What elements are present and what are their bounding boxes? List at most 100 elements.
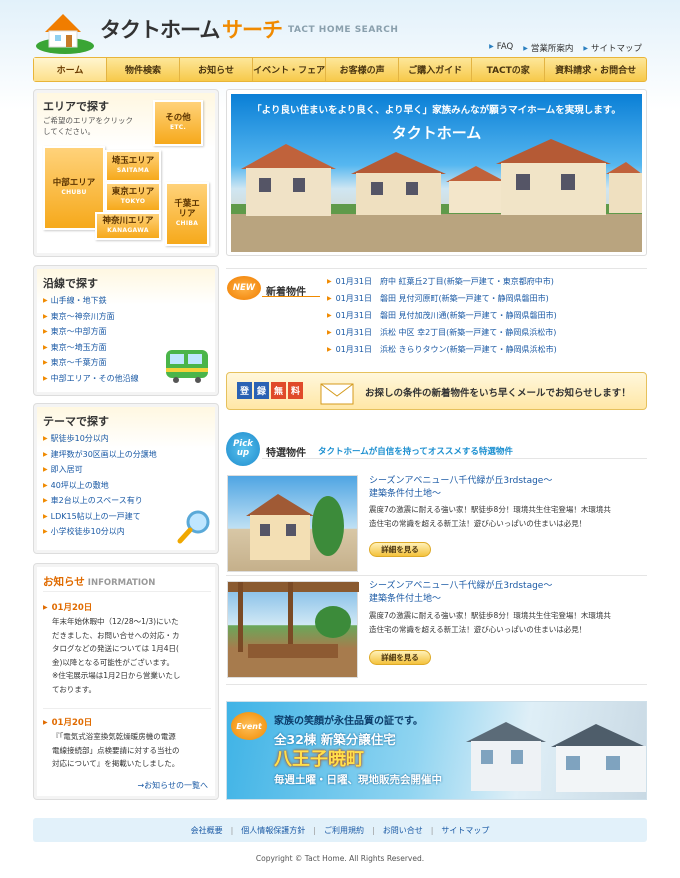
new-listing-item[interactable]: 01月31日 浜松 中区 幸2丁目(新築一戸建て・静岡県浜松市) xyxy=(327,327,557,344)
event-location: 八王子暁町 xyxy=(274,749,364,770)
badge-char: 料 xyxy=(288,382,303,399)
theme-item[interactable]: 車2台以上のスペース有り xyxy=(43,495,157,511)
new-listing-item[interactable]: 01月31日 磐田 見付加茂川通(新築一戸建て・静岡県磐田市) xyxy=(327,310,557,327)
area-tile-chiba[interactable]: 千葉エリア CHIBA xyxy=(165,182,209,246)
line-list: 山手線・地下鉄 東京〜神奈川方面 東京〜中部方面 東京〜埼玉方面 東京〜千葉方面… xyxy=(43,295,139,388)
news-date: 01月20日 xyxy=(43,716,93,728)
new-badge: NEW xyxy=(227,276,261,300)
separator: | xyxy=(430,825,434,835)
property-title[interactable]: シーズンアベニュー八千代緑が丘3rdstage〜 建築条件付土地〜 xyxy=(369,580,552,606)
area-search-desc: ご希望のエリアをクリック してください。 xyxy=(43,116,133,136)
footer-link-terms[interactable]: ご利用規約 xyxy=(324,825,364,836)
new-listing-item[interactable]: 01月31日 浜松 きらりタウン(新築一戸建て・静岡県浜松市) xyxy=(327,344,557,361)
details-button[interactable]: 詳細を見る xyxy=(369,650,431,665)
property-desc: 震度7の激震に耐える強い家！駅徒歩8分！環境共生住宅登場！木環境共 造住宅の常識… xyxy=(369,505,611,528)
badge-char: 録 xyxy=(254,382,269,399)
line-item[interactable]: 東京〜神奈川方面 xyxy=(43,311,139,327)
line-search-panel: 沿線で探す 山手線・地下鉄 東京〜神奈川方面 東京〜中部方面 東京〜埼玉方面 東… xyxy=(33,265,219,396)
nav-customer-voice[interactable]: お客様の声 xyxy=(326,58,400,81)
pickup-badge: Pick up xyxy=(226,432,260,466)
theme-list: 駅徒歩10分以内 建坪数が30区画以上の分譲地 即入居可 40坪以上の敷地 車2… xyxy=(43,433,157,542)
global-nav: ホーム 物件検索 お知らせ イベント・フェア お客様の声 ご購入ガイド TACT… xyxy=(33,57,647,82)
footer-link-contact[interactable]: お問い合せ xyxy=(383,825,423,836)
separator: | xyxy=(230,825,234,835)
property-title[interactable]: シーズンアベニュー八千代緑が丘3rdstage〜 建築条件付土地〜 xyxy=(369,475,552,501)
area-tile-kanagawa[interactable]: 神奈川エリア KANAGAWA xyxy=(95,212,161,240)
new-listing-item[interactable]: 01月31日 府中 紅葉丘2丁目(新築一戸建て・東京都府中市) xyxy=(327,276,557,293)
hero-logo: タクトホーム xyxy=(391,124,482,142)
top-links: FAQ 営業所案内 サイトマップ xyxy=(489,42,642,54)
divider xyxy=(226,268,647,269)
theme-search-title: テーマで探す xyxy=(43,415,109,428)
line-item[interactable]: 山手線・地下鉄 xyxy=(43,295,139,311)
new-listings-list: 01月31日 府中 紅葉丘2丁目(新築一戸建て・東京都府中市) 01月31日 磐… xyxy=(327,276,557,361)
area-tile-tokyo[interactable]: 東京エリア TOKYO xyxy=(105,182,161,212)
nav-property-search[interactable]: 物件検索 xyxy=(107,58,181,81)
theme-item[interactable]: 即入居可 xyxy=(43,464,157,480)
sitemap-link[interactable]: サイトマップ xyxy=(583,42,642,54)
office-link[interactable]: 営業所案内 xyxy=(523,42,574,54)
mail-signup-banner[interactable]: 登 録 無 料 お探しの条件の新着物件をいち早くメールでお知らせします！ xyxy=(226,372,647,410)
news-more-link[interactable]: →お知らせの一覧へ xyxy=(137,780,208,791)
line-item[interactable]: 東京〜千葉方面 xyxy=(43,357,139,373)
nav-purchase-guide[interactable]: ご購入ガイド xyxy=(399,58,473,81)
copyright: Copyright © Tact Home. All Rights Reserv… xyxy=(255,854,425,863)
divider xyxy=(226,684,647,685)
area-tile-saitama[interactable]: 埼玉エリア SAITAMA xyxy=(105,150,161,182)
news-panel: お知らせINFORMATION 01月20日 年末年始休暇中（12/28〜1/3… xyxy=(33,563,219,800)
theme-item[interactable]: LDK15帖以上の一戸建て xyxy=(43,511,157,527)
footer-link-company[interactable]: 会社概要 xyxy=(191,825,223,836)
logo-subtitle: TACT HOME SEARCH xyxy=(288,25,399,35)
theme-item[interactable]: 建坪数が30区画以上の分譲地 xyxy=(43,449,157,465)
divider xyxy=(262,458,647,459)
badge-char: 無 xyxy=(271,382,286,399)
footer-link-privacy[interactable]: 個人情報保護方針 xyxy=(241,825,305,836)
footer-link-sitemap[interactable]: サイトマップ xyxy=(441,825,489,836)
houses-illustration xyxy=(231,139,642,252)
property-photo[interactable] xyxy=(227,475,358,572)
logo-accent-text[interactable]: サーチ xyxy=(222,14,283,44)
theme-item[interactable]: 小学校徒歩10分以内 xyxy=(43,526,157,542)
terrace-photo xyxy=(228,582,359,658)
mail-banner-text: お探しの条件の新着物件をいち早くメールでお知らせします！ xyxy=(365,388,631,399)
news-body[interactable]: 『「電気式浴室換気乾燥暖房機の電源 電線接続部」点検要請に対する当社の 対応につ… xyxy=(52,730,212,771)
new-listing-item[interactable]: 01月31日 磐田 見付河原町(新築一戸建て・静岡県磐田市) xyxy=(327,293,557,310)
faq-link[interactable]: FAQ xyxy=(489,42,513,54)
logo-main-text[interactable]: タクトホーム xyxy=(100,14,220,44)
separator: | xyxy=(313,825,316,835)
hero-caption: 「より良い住まいをより良く、より早く」家族みんなが願うマイホームを実現します。 xyxy=(252,105,621,116)
nav-home[interactable]: ホーム xyxy=(34,58,108,81)
title-underline xyxy=(262,296,320,297)
news-title: お知らせ INFORMATION xyxy=(43,576,156,588)
area-search-title: エリアで探す xyxy=(43,100,109,113)
nav-news[interactable]: お知らせ xyxy=(180,58,254,81)
separator: | xyxy=(372,825,375,835)
news-body[interactable]: 年末年始休暇中（12/28〜1/3)にいた だきました、お問い合せへの対応・カ … xyxy=(52,615,212,696)
magnifier-icon xyxy=(177,510,210,544)
line-item[interactable]: 東京〜埼玉方面 xyxy=(43,342,139,358)
event-houses-illustration xyxy=(466,722,646,792)
theme-item[interactable]: 駅徒歩10分以内 xyxy=(43,433,157,449)
house-photo xyxy=(246,494,344,560)
nav-tact-house[interactable]: TACTの家 xyxy=(472,58,546,81)
footer-nav: 会社概要 | 個人情報保護方針 | ご利用規約 | お問い合せ | サイトマップ xyxy=(33,818,647,842)
hero-image: 「より良い住まいをより良く、より早く」家族みんなが願うマイホームを実現します。 … xyxy=(231,94,642,252)
divider xyxy=(226,575,647,576)
house-logo-icon[interactable] xyxy=(35,6,95,54)
nav-contact[interactable]: 資料請求・お問合せ xyxy=(545,58,646,81)
nav-events[interactable]: イベント・フェア xyxy=(253,58,327,81)
badge-char: 登 xyxy=(237,382,252,399)
event-badge: Event xyxy=(231,712,267,740)
area-tile-etc[interactable]: その他 ETC. xyxy=(153,100,203,146)
line-item[interactable]: 東京〜中部方面 xyxy=(43,326,139,342)
property-photo[interactable] xyxy=(227,581,359,678)
news-date: 01月20日 xyxy=(43,601,93,613)
event-banner[interactable]: Event 家族の笑顔が永住品質の証です。 全32棟 新築分譲住宅 八王子暁町 … xyxy=(226,701,647,800)
theme-item[interactable]: 40坪以上の敷地 xyxy=(43,480,157,496)
event-schedule: 毎週土曜・日曜、現地販売会開催中 xyxy=(274,774,442,786)
envelope-icon xyxy=(320,383,354,405)
line-item[interactable]: 中部エリア・その他沿線 xyxy=(43,373,139,389)
details-button[interactable]: 詳細を見る xyxy=(369,542,431,557)
line-search-title: 沿線で探す xyxy=(43,277,98,290)
hero-banner: 「より良い住まいをより良く、より早く」家族みんなが願うマイホームを実現します。 … xyxy=(226,89,647,256)
